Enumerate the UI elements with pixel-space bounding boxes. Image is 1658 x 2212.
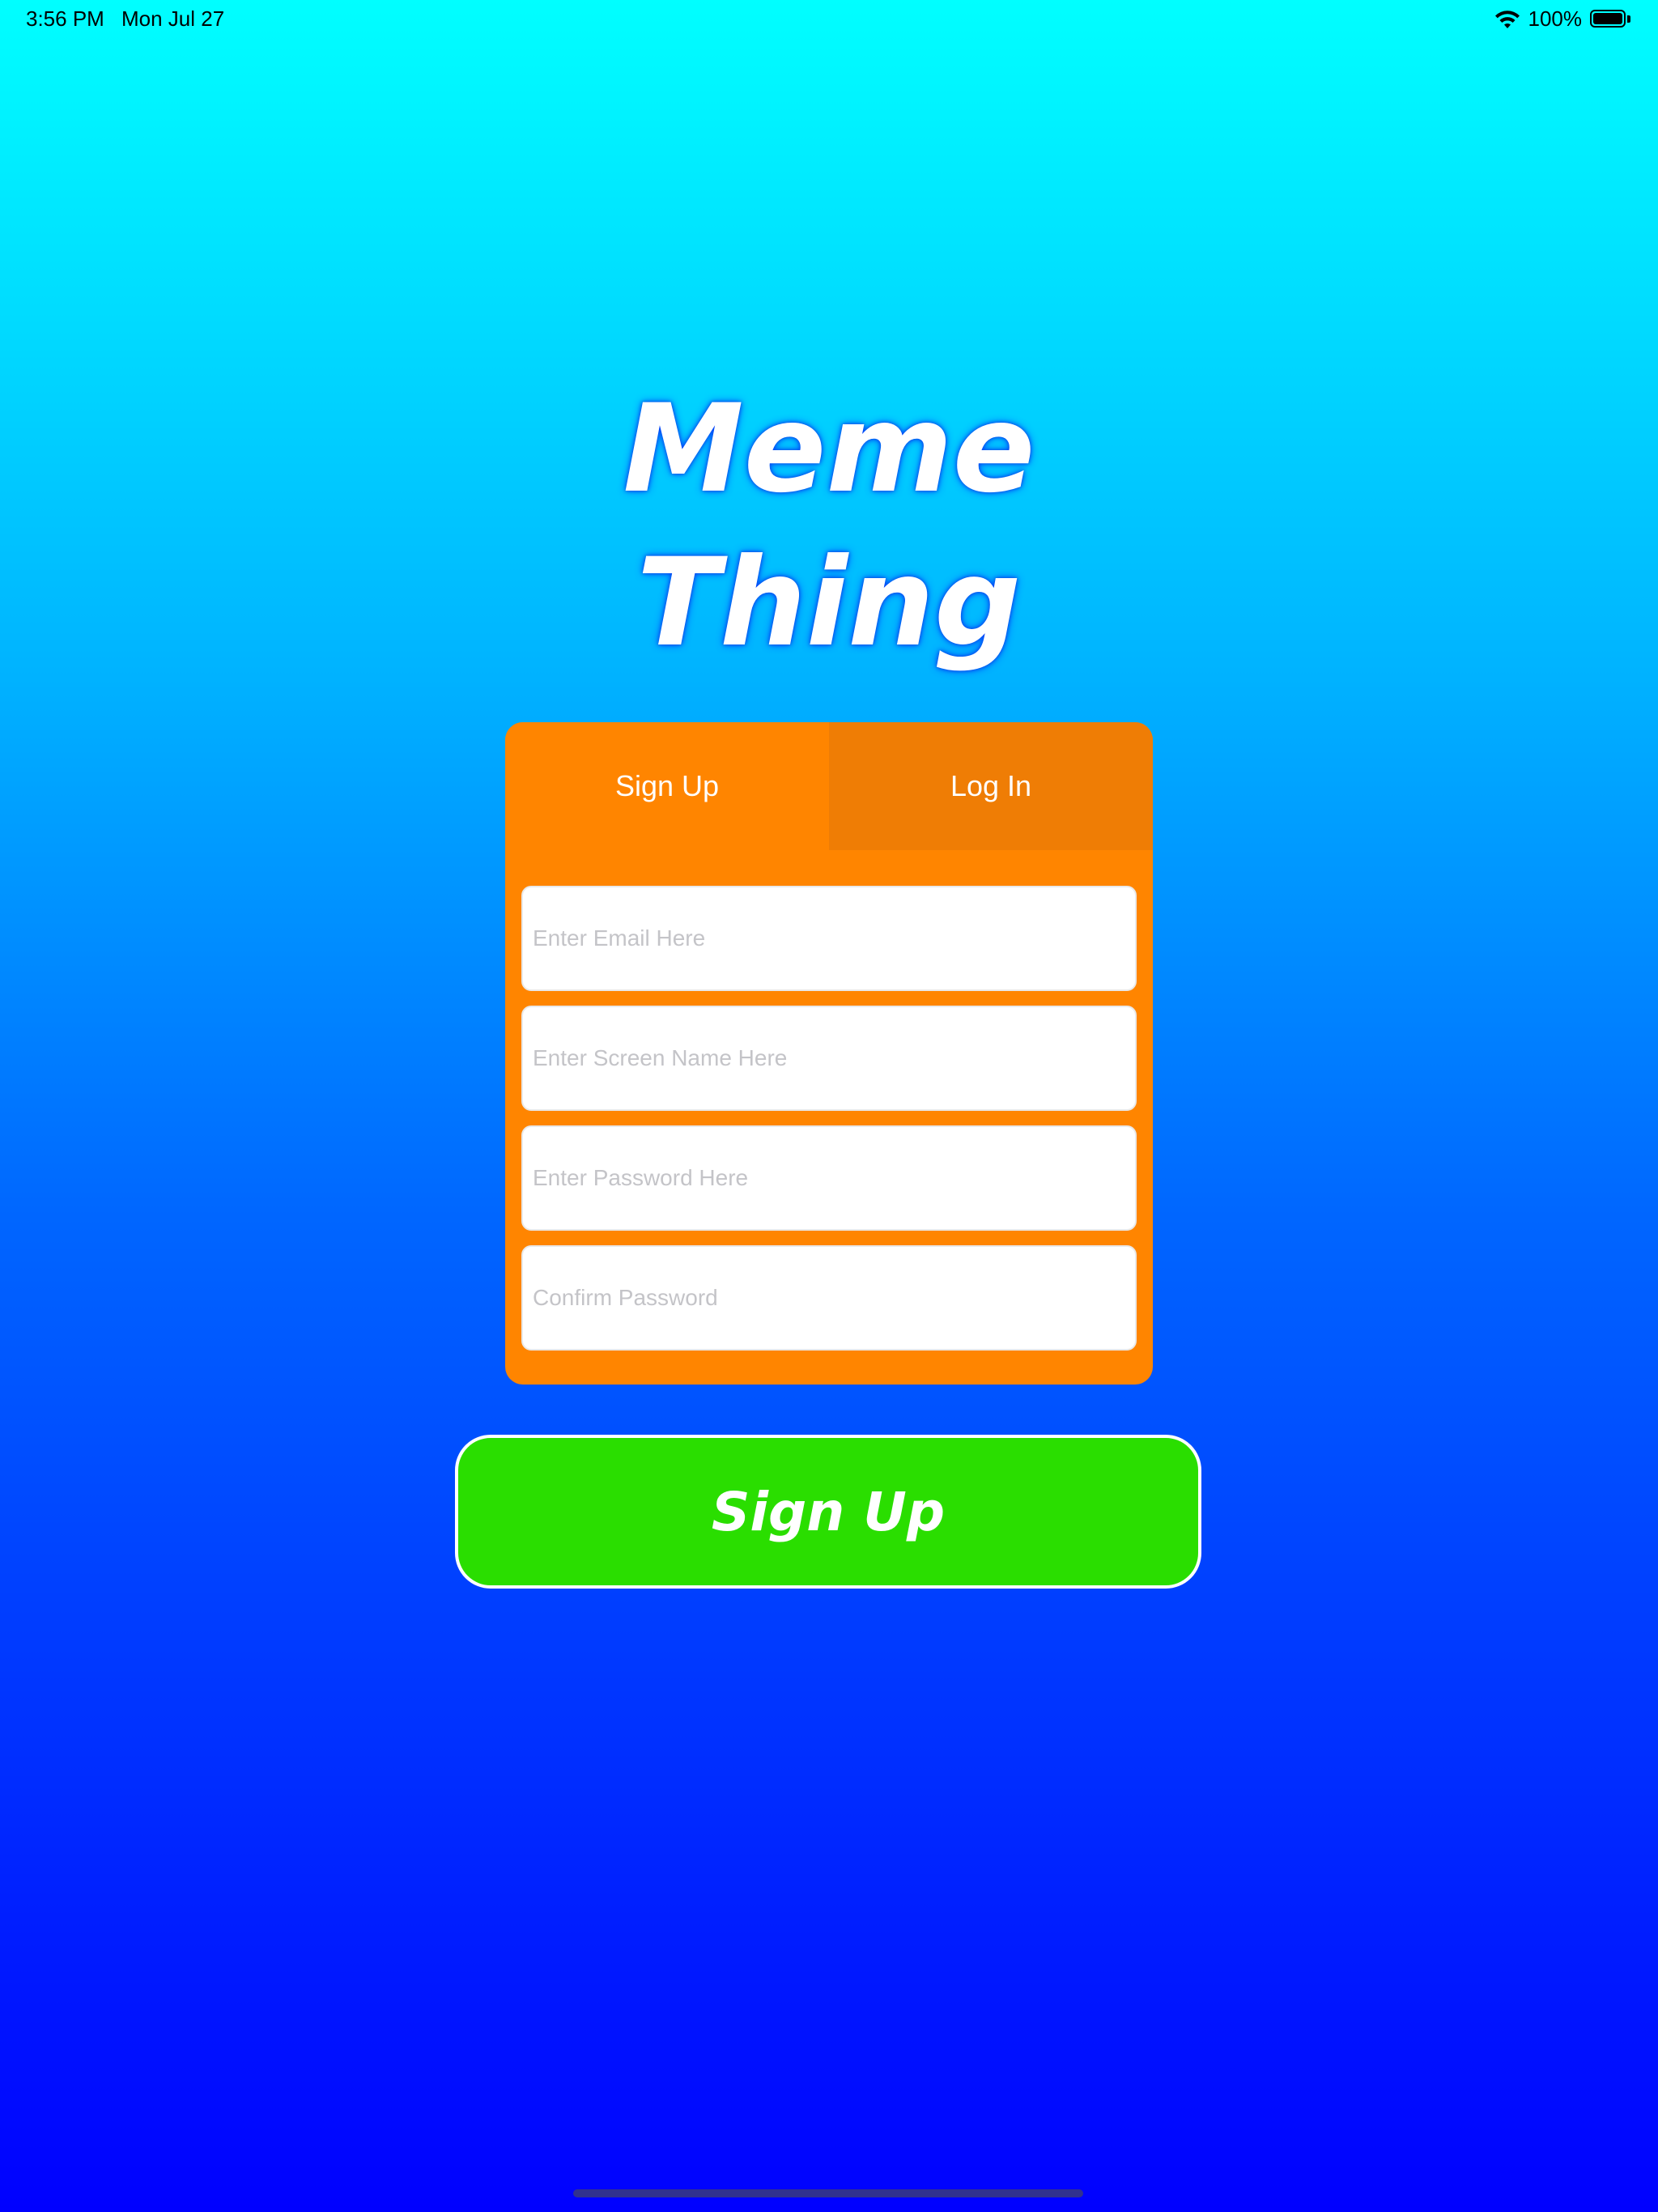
confirm-password-field[interactable] <box>523 1247 1135 1349</box>
battery-icon <box>1590 9 1632 29</box>
tab-sign-up[interactable]: Sign Up <box>505 722 829 850</box>
password-field-container <box>521 1125 1137 1231</box>
auth-tabs: Sign Up Log In <box>505 722 1153 850</box>
status-time: 3:56 PM <box>26 6 104 31</box>
auth-card: Sign Up Log In <box>505 722 1153 1385</box>
password-field[interactable] <box>523 1127 1135 1229</box>
status-date: Mon Jul 27 <box>121 6 225 31</box>
confirm-password-field-container <box>521 1245 1137 1351</box>
screen-name-field[interactable] <box>523 1007 1135 1109</box>
app-title-line-1: Meme <box>623 379 1035 520</box>
screen-name-field-container <box>521 1006 1137 1111</box>
app-title: Meme Thing <box>0 372 1658 680</box>
app-title-line-2: Thing <box>636 533 1022 674</box>
email-field[interactable] <box>523 887 1135 989</box>
wifi-icon <box>1494 10 1520 28</box>
home-indicator[interactable] <box>573 2189 1083 2197</box>
status-bar: 3:56 PM Mon Jul 27 100% <box>0 0 1658 39</box>
status-indicators: 100% <box>1494 6 1633 32</box>
sign-up-button[interactable]: Sign Up <box>455 1435 1201 1589</box>
battery-fill <box>1593 12 1622 24</box>
battery-percent: 100% <box>1528 6 1583 31</box>
email-field-container <box>521 886 1137 991</box>
tab-log-in[interactable]: Log In <box>829 722 1153 850</box>
